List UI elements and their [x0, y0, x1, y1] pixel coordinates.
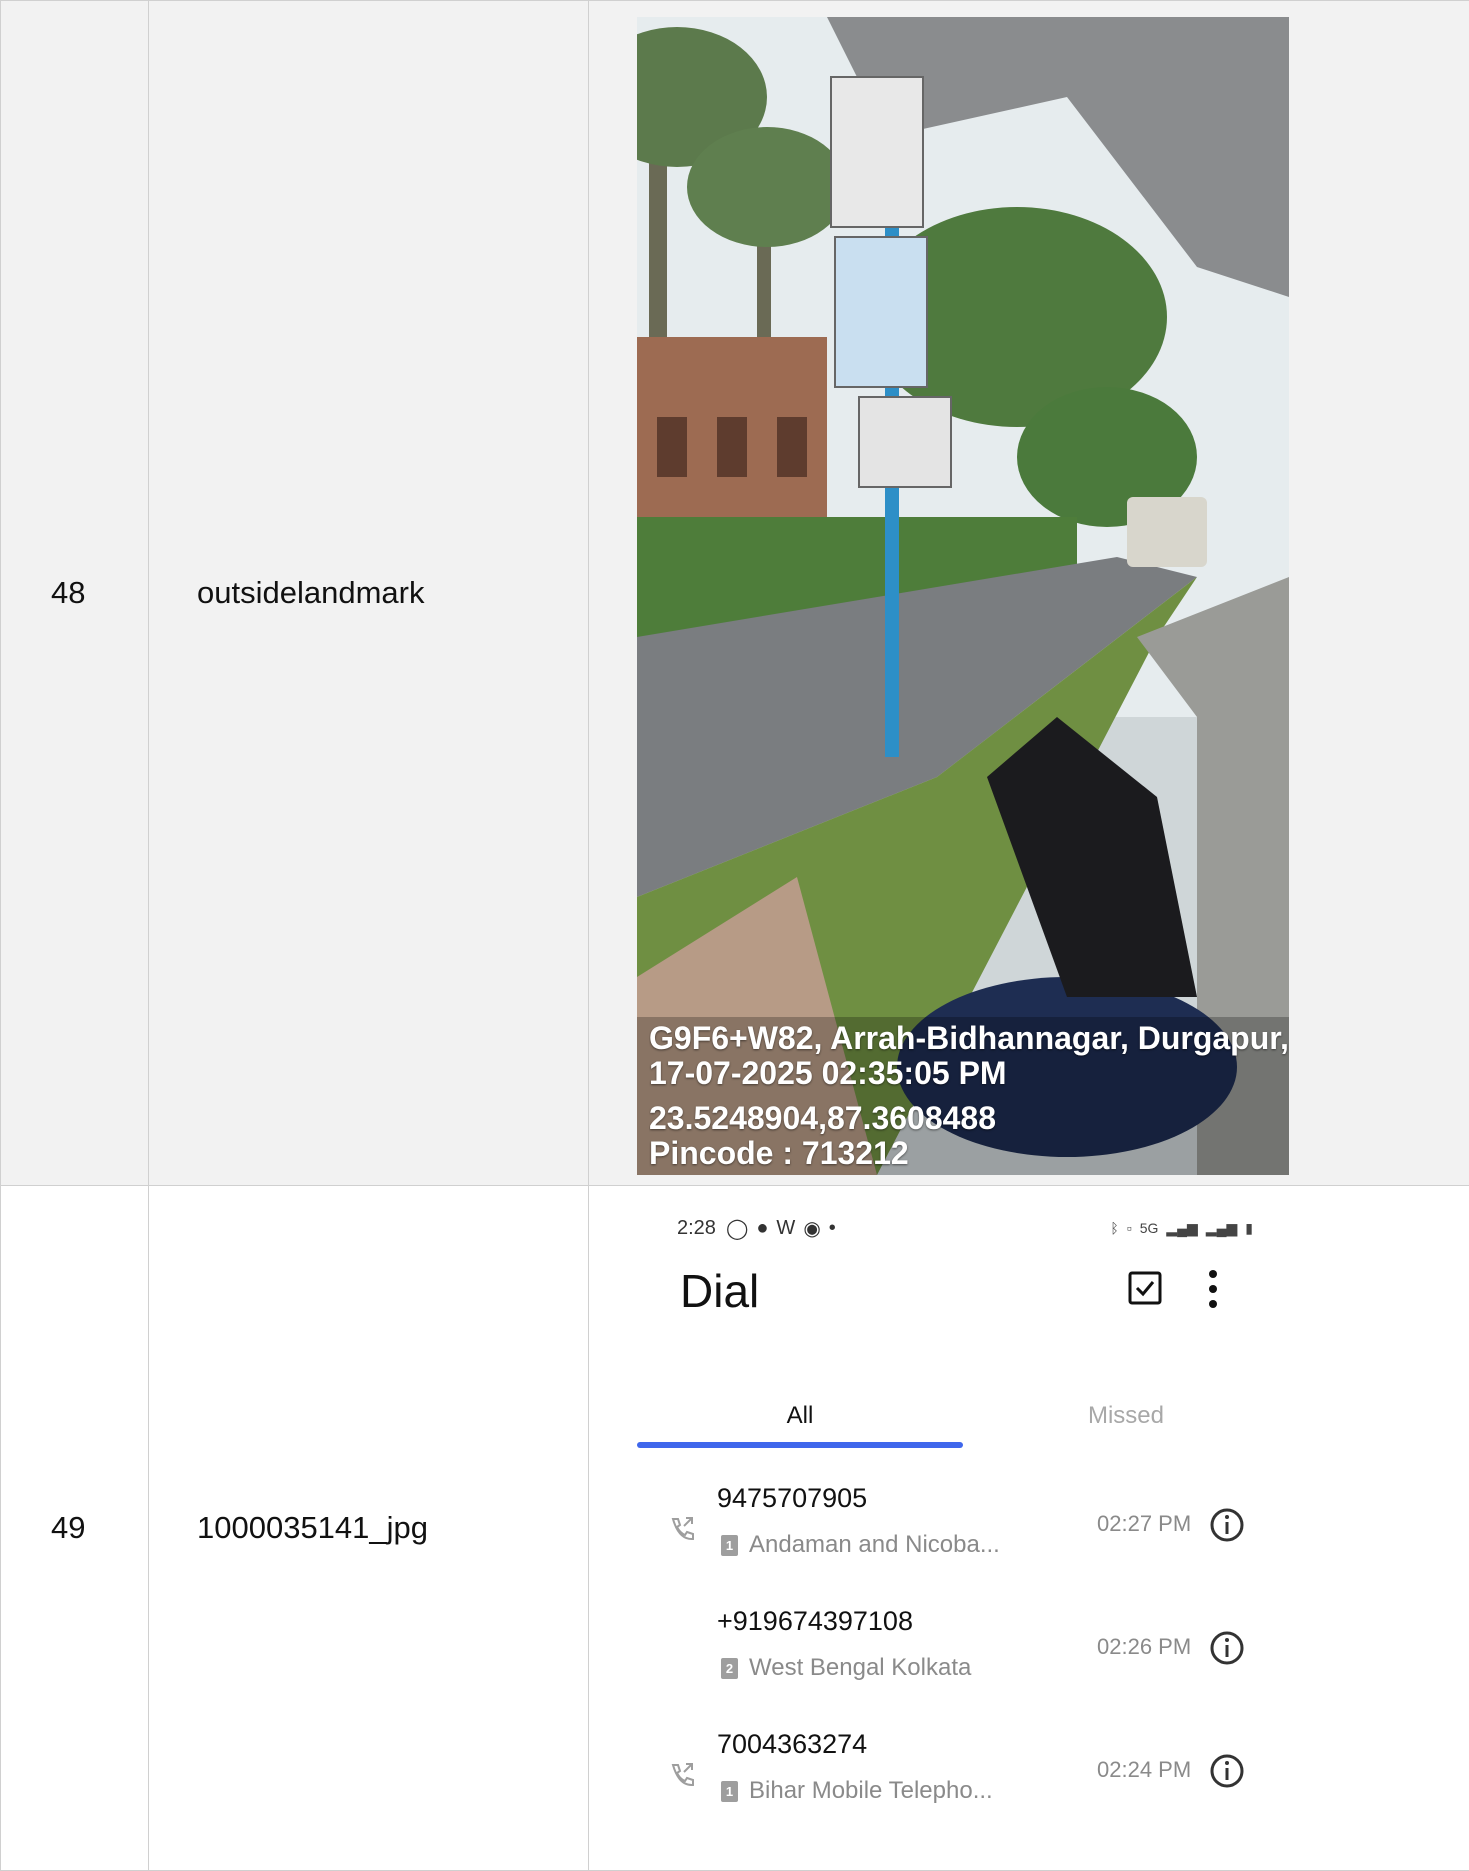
sim-1-icon: 1: [721, 1781, 738, 1802]
messenger-icon: ◉: [803, 1216, 820, 1241]
signal-icon: ▂▄▆: [1206, 1220, 1237, 1237]
signal-icon: ▂▄▆: [1166, 1220, 1197, 1237]
more-options-icon[interactable]: [1205, 1268, 1221, 1310]
call-log-item[interactable]: +919674397108 2 West Bengal Kolkata 02:2…: [637, 1594, 1289, 1704]
volte-icon: ▫: [1127, 1220, 1132, 1236]
call-time: 02:26 PM: [1097, 1634, 1191, 1660]
call-log-item[interactable]: 7004363274 1 Bihar Mobile Telepho... 02:…: [637, 1717, 1289, 1827]
sim-1-icon: 1: [721, 1535, 738, 1556]
photo-cell: G9F6+W82, Arrah-Bidhannagar, Durgapur, S…: [589, 1, 1469, 1186]
phone-screenshot: 2:28 ◯ ● W ◉ • ᛒ ▫ 5G ▂▄▆ ▂▄▆ ▮: [637, 1186, 1289, 1870]
battery-icon: ▮: [1245, 1220, 1253, 1237]
call-log-item[interactable]: 9475707905 1 Andaman and Nicoba... 02:27…: [637, 1471, 1289, 1581]
status-time: 2:28: [677, 1217, 716, 1240]
tab-bar: All Missed: [637, 1396, 1289, 1448]
sim-2-icon: 2: [721, 1658, 738, 1679]
phone-screenshot-cell: 2:28 ◯ ● W ◉ • ᛒ ▫ 5G ▂▄▆ ▂▄▆ ▮: [589, 1186, 1469, 1871]
outgoing-call-icon: [667, 1761, 695, 1789]
photo-geotag-overlay: G9F6+W82, Arrah-Bidhannagar, Durgapur, S…: [649, 1021, 1289, 1171]
landmark-photo: G9F6+W82, Arrah-Bidhannagar, Durgapur, S…: [637, 17, 1289, 1175]
chat-icon: ●: [756, 1217, 768, 1240]
more-notifications-icon: •: [829, 1217, 836, 1240]
info-icon[interactable]: [1209, 1507, 1245, 1543]
call-location: Bihar Mobile Telepho...: [749, 1777, 993, 1805]
info-icon[interactable]: [1209, 1753, 1245, 1789]
status-bar: 2:28 ◯ ● W ◉ • ᛒ ▫ 5G ▂▄▆ ▂▄▆ ▮: [677, 1212, 1253, 1244]
call-location: Andaman and Nicoba...: [749, 1531, 1000, 1559]
street-scene-illustration: [637, 17, 1289, 1175]
overlay-address: G9F6+W82, Arrah-Bidhannagar, Durgapur, S…: [649, 1021, 1289, 1056]
bluetooth-icon: ᛒ: [1110, 1220, 1118, 1236]
report-table: 48 outsidelandmark: [0, 0, 1469, 1871]
whatsapp-icon: ◯: [726, 1216, 748, 1241]
network-type: 5G: [1140, 1220, 1159, 1236]
wifi-call-icon: W: [776, 1217, 795, 1240]
select-checkbox-icon[interactable]: [1127, 1270, 1163, 1306]
outgoing-call-icon: [667, 1515, 695, 1543]
tab-missed[interactable]: Missed: [963, 1396, 1289, 1436]
row-number: 49: [1, 1186, 149, 1871]
tab-all[interactable]: All: [637, 1396, 963, 1436]
call-location: West Bengal Kolkata: [749, 1654, 971, 1682]
overlay-datetime: 17-07-2025 02:35:05 PM: [649, 1056, 1289, 1091]
row-number: 48: [1, 1, 149, 1186]
overlay-coordinates: 23.5248904,87.3608488: [649, 1101, 1289, 1136]
overlay-pincode: Pincode : 713212: [649, 1136, 1289, 1171]
page-title: Dial: [680, 1264, 759, 1318]
info-icon[interactable]: [1209, 1630, 1245, 1666]
call-number: 7004363274: [717, 1729, 867, 1760]
call-number: 9475707905: [717, 1483, 867, 1514]
row-name: 1000035141_jpg: [149, 1186, 589, 1871]
call-time: 02:24 PM: [1097, 1757, 1191, 1783]
call-number: +919674397108: [717, 1606, 913, 1637]
row-name: outsidelandmark: [149, 1, 589, 1186]
table-row: 48 outsidelandmark: [1, 1, 1469, 1186]
active-tab-indicator: [637, 1442, 963, 1448]
table-row: 49 1000035141_jpg 2:28 ◯ ● W ◉ • ᛒ ▫ 5G: [1, 1186, 1469, 1871]
call-time: 02:27 PM: [1097, 1511, 1191, 1537]
